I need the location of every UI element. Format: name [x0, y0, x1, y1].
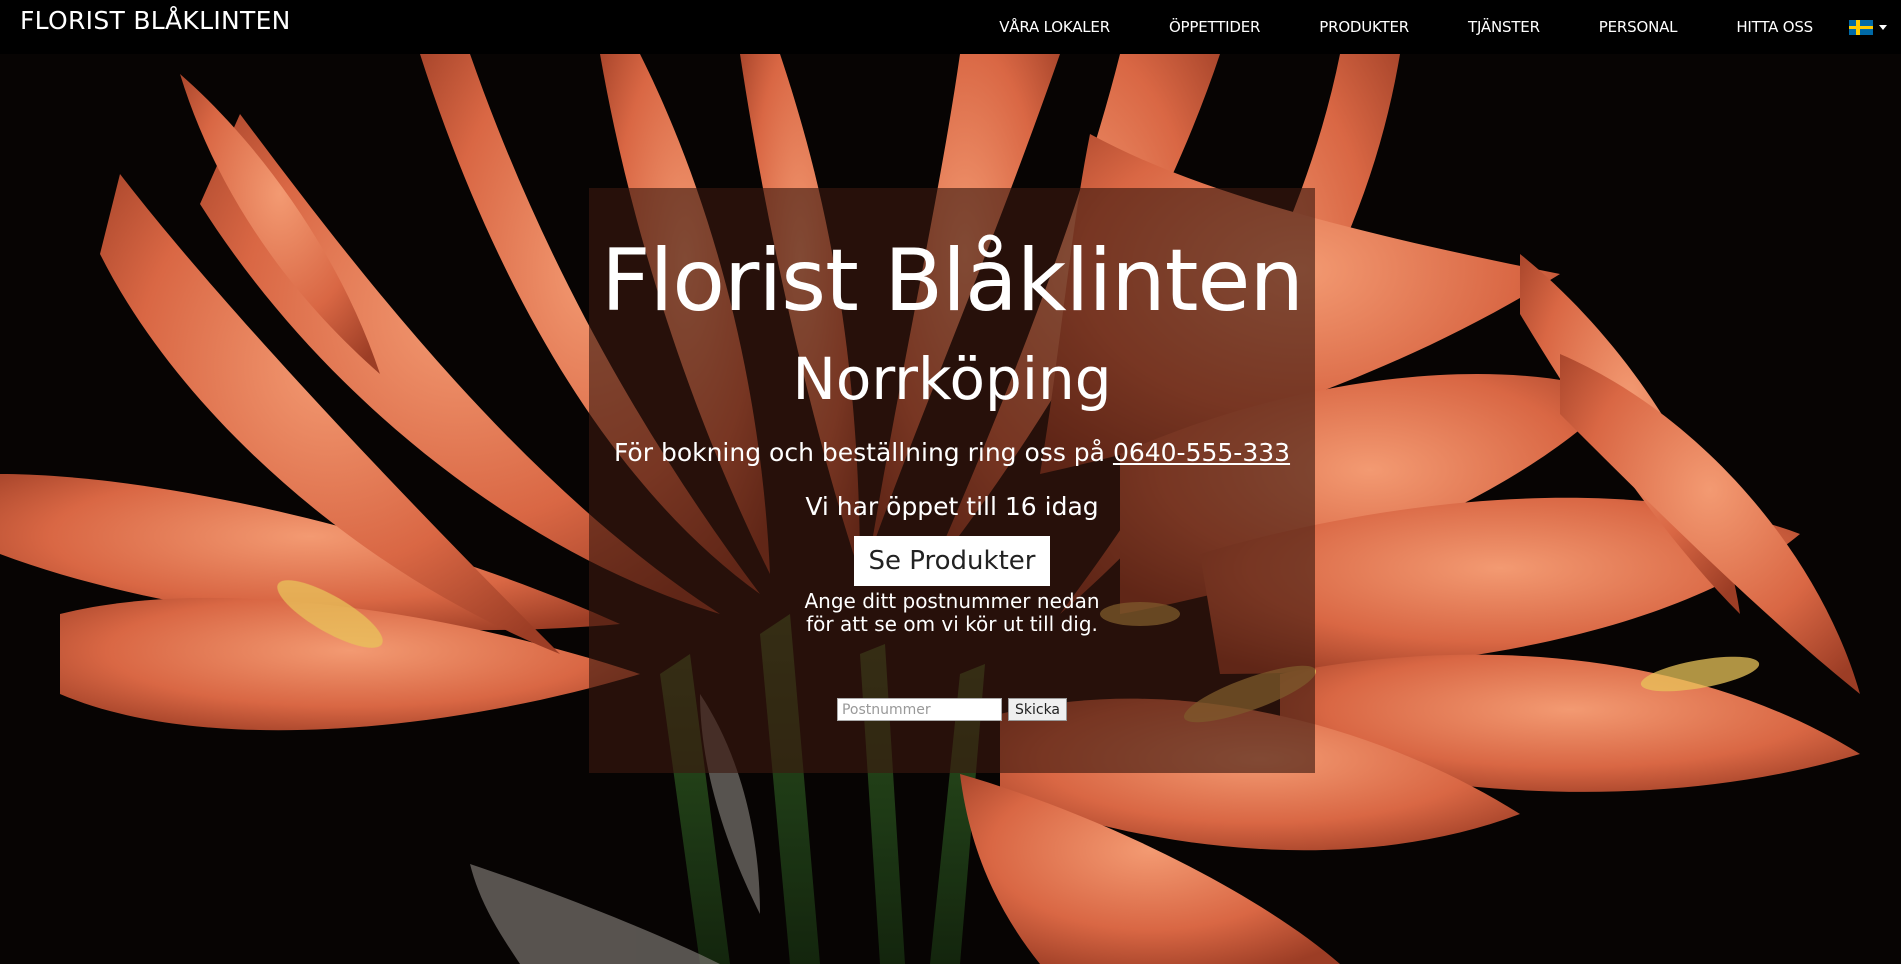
sweden-flag-icon — [1849, 19, 1873, 35]
page-title: Florist Blåklinten — [601, 231, 1304, 331]
nav-links: VÅRA LOKALER ÖPPETTIDER PRODUKTER TJÄNST… — [999, 0, 1901, 54]
postal-line-2: för att se om vi kör ut till dig. — [806, 612, 1098, 636]
brand-logo-link[interactable]: FLORIST BLÅKLINTEN — [20, 6, 291, 35]
hero-panel: Florist Blåklinten Norrköping För boknin… — [589, 188, 1315, 773]
see-products-button[interactable]: Se Produkter — [853, 536, 1051, 586]
postal-line-1: Ange ditt postnummer nedan — [804, 589, 1100, 613]
opening-hours-text: Vi har öppet till 16 idag — [805, 492, 1099, 521]
nav-link-vara-lokaler[interactable]: VÅRA LOKALER — [999, 18, 1110, 36]
language-selector[interactable] — [1849, 19, 1887, 35]
postal-code-input[interactable] — [836, 698, 1002, 721]
submit-button[interactable]: Skicka — [1007, 698, 1068, 721]
booking-label: För bokning och beställning ring oss på — [613, 438, 1105, 467]
nav-link-produkter[interactable]: PRODUKTER — [1319, 18, 1409, 36]
nav-link-oppettider[interactable]: ÖPPETTIDER — [1169, 18, 1261, 36]
page-subtitle: Norrköping — [792, 345, 1112, 413]
phone-link[interactable]: 0640-555-333 — [1113, 438, 1290, 467]
chevron-down-icon — [1879, 24, 1887, 30]
booking-text: För bokning och beställning ring oss på … — [589, 438, 1315, 467]
nav-link-hitta-oss[interactable]: HITTA OSS — [1736, 18, 1813, 36]
navbar: FLORIST BLÅKLINTEN VÅRA LOKALER ÖPPETTID… — [0, 0, 1901, 54]
nav-link-tjanster[interactable]: TJÄNSTER — [1468, 18, 1540, 36]
nav-link-personal[interactable]: PERSONAL — [1599, 18, 1678, 36]
postal-instructions: Ange ditt postnummer nedan för att se om… — [589, 590, 1315, 636]
postal-code-form: Skicka — [589, 698, 1315, 721]
